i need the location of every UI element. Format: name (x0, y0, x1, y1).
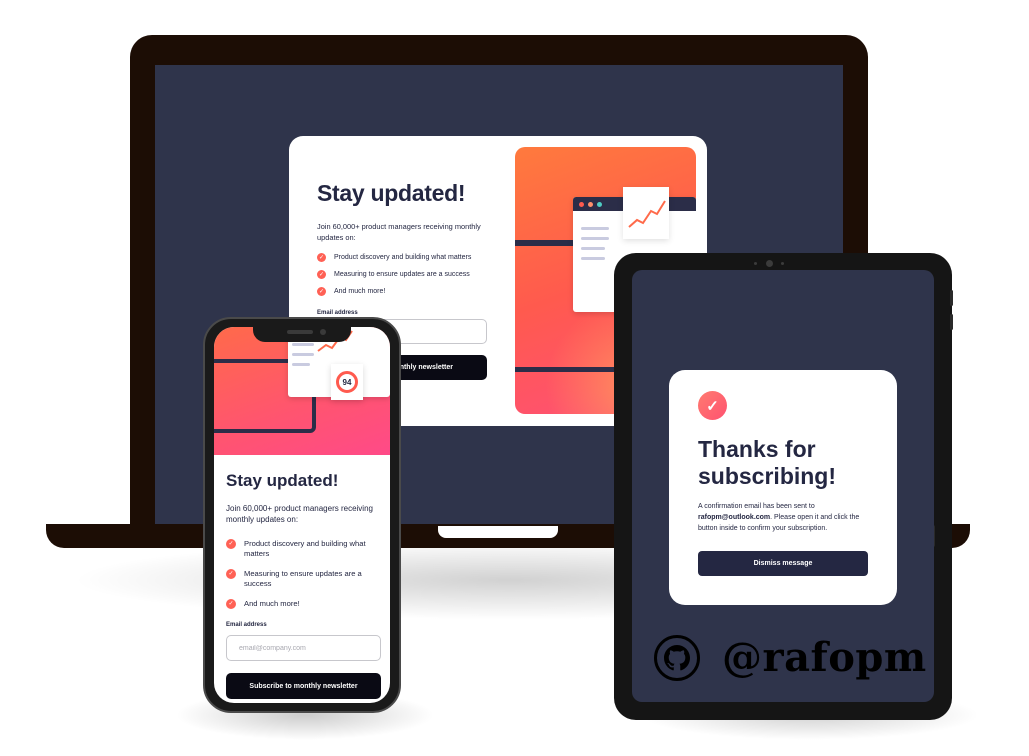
window-dots (579, 202, 602, 207)
page-title: Stay updated! (317, 180, 466, 206)
hero-illustration: 94 (214, 327, 390, 455)
list-item: ✓ Product discovery and building what mat… (226, 539, 382, 559)
list-item: ✓ And much more! (317, 287, 493, 296)
github-logo-graphic (664, 644, 690, 670)
confirmation-text-start: A confirmation email has been sent to (698, 503, 815, 510)
email-label: Email address (317, 310, 358, 316)
score-card-graphic: 94 (331, 364, 363, 400)
list-item: ✓ Measuring to ensure updates are a succe… (317, 270, 493, 279)
handle-text: @rafopm (722, 634, 927, 681)
confirmation-text: A confirmation email has been sent to ra… (698, 501, 874, 534)
author-handle: @rafopm (654, 634, 927, 681)
text-line-graphic (292, 343, 314, 346)
text-line-graphic (292, 353, 314, 356)
intro-text: Join 60,000+ product managers receiving … (226, 504, 373, 524)
tablet-screen: ✓ Thanks for subscribing! A confirmation… (632, 270, 934, 702)
check-icon: ✓ (698, 391, 727, 420)
check-icon: ✓ (226, 539, 236, 549)
check-icon: ✓ (226, 599, 236, 609)
github-icon (654, 634, 700, 681)
dismiss-button[interactable]: Dismiss message (698, 551, 868, 576)
text-line-graphic (581, 227, 609, 230)
tablet-side-button (950, 290, 953, 306)
newsletter-content: Stay updated! Join 60,000+ product manag… (317, 180, 493, 304)
email-field[interactable] (226, 635, 381, 661)
tablet-camera (766, 260, 773, 267)
list-item: ✓ And much more! (226, 599, 382, 609)
text-line-graphic (581, 237, 609, 240)
email-label: Email address (226, 622, 267, 628)
intro-text: Join 60,000+ product managers receiving … (317, 222, 481, 242)
score-badge: 94 (336, 371, 358, 393)
tablet-sensor (781, 262, 784, 265)
laptop-notch (438, 526, 558, 538)
confirmation-email: rafopm@outlook.com (698, 514, 771, 521)
phone-speaker (287, 330, 313, 334)
check-icon: ✓ (317, 287, 326, 296)
phone-camera (320, 329, 326, 335)
subscribe-button[interactable]: Subscribe to monthly newsletter (226, 673, 381, 699)
success-title: Thanks for subscribing! (698, 436, 837, 489)
tablet-side-button (950, 314, 953, 330)
check-icon: ✓ (226, 569, 236, 579)
feature-text: Product discovery and building what matt… (244, 539, 366, 558)
page-title: Stay updated! (226, 471, 339, 490)
chart-card-graphic (623, 187, 669, 239)
feature-text: Measuring to ensure updates are a succes… (244, 569, 362, 588)
check-icon: ✓ (317, 253, 326, 262)
text-line-graphic (292, 363, 310, 366)
success-card: ✓ Thanks for subscribing! A confirmation… (669, 370, 897, 605)
feature-text: Measuring to ensure updates are a succes… (334, 271, 470, 278)
newsletter-content: Stay updated! Join 60,000+ product manag… (226, 471, 382, 619)
feature-text: And much more! (334, 288, 386, 295)
tablet-sensor (754, 262, 757, 265)
phone-screen: 94 Stay updated! Join 60,000+ product ma… (214, 327, 390, 703)
text-line-graphic (581, 247, 605, 250)
text-line-graphic (581, 257, 605, 260)
list-item: ✓ Product discovery and building what mat… (317, 253, 493, 262)
trend-line-graphic (628, 200, 666, 228)
phone-notch (253, 326, 351, 342)
list-item: ✓ Measuring to ensure updates are a succe… (226, 569, 382, 589)
feature-text: Product discovery and building what matt… (334, 254, 472, 261)
feature-text: And much more! (244, 599, 300, 608)
feature-list: ✓ Product discovery and building what mat… (317, 253, 493, 296)
check-icon: ✓ (317, 270, 326, 279)
feature-list: ✓ Product discovery and building what mat… (226, 539, 382, 609)
